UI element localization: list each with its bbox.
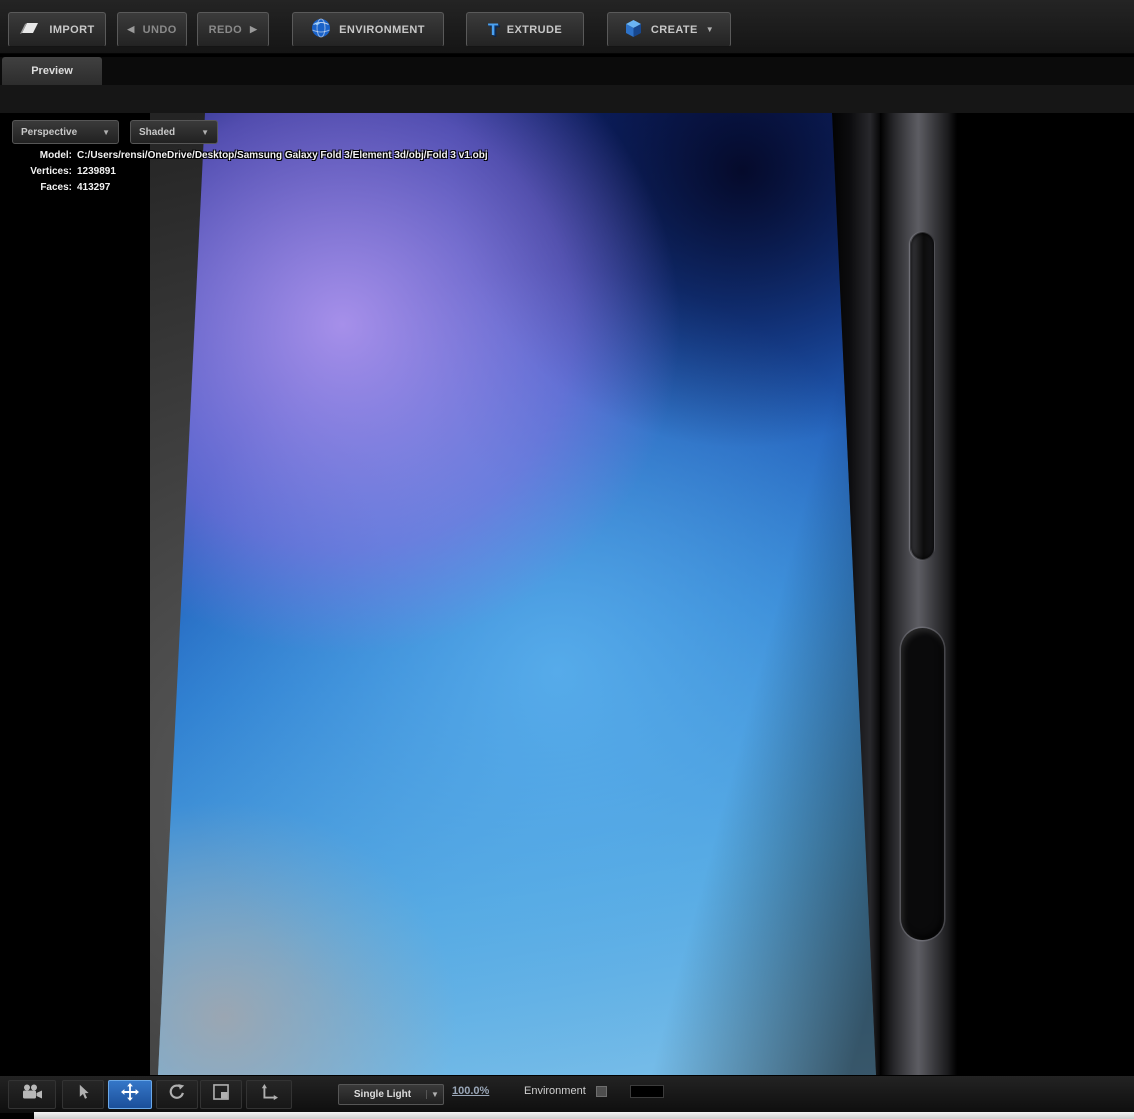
import-button[interactable]: IMPORT bbox=[8, 12, 106, 47]
faces-value: 413297 bbox=[77, 182, 488, 193]
redo-label: REDO bbox=[209, 24, 242, 36]
phone-screen-render bbox=[150, 113, 890, 1075]
create-button[interactable]: CREATE ▼ bbox=[607, 12, 731, 47]
axis-icon bbox=[261, 1084, 278, 1106]
extrude-button[interactable]: T EXTRUDE bbox=[466, 12, 584, 47]
environment-checkbox[interactable] bbox=[596, 1086, 607, 1097]
undo-label: UNDO bbox=[143, 24, 177, 36]
globe-icon bbox=[311, 18, 331, 41]
axis-tool-button[interactable] bbox=[246, 1080, 292, 1109]
power-button-render bbox=[901, 628, 944, 940]
environment-button-label: ENVIRONMENT bbox=[339, 24, 425, 36]
create-label: CREATE bbox=[651, 24, 698, 36]
pointer-icon bbox=[75, 1084, 91, 1105]
vertices-value: 1239891 bbox=[77, 166, 488, 177]
phone-side-frame-render bbox=[880, 113, 957, 1075]
chevron-down-icon: ▼ bbox=[102, 128, 110, 137]
shading-dropdown-label: Shaded bbox=[139, 127, 175, 138]
zoom-level-link[interactable]: 100.0% bbox=[452, 1085, 489, 1097]
shading-dropdown[interactable]: Shaded ▼ bbox=[130, 120, 218, 144]
vertices-label: Vertices: bbox=[14, 166, 72, 177]
tab-preview[interactable]: Preview bbox=[2, 57, 102, 85]
chevron-down-icon: ▼ bbox=[201, 128, 209, 137]
create-caret-icon: ▼ bbox=[706, 25, 714, 34]
extrude-icon: T bbox=[488, 21, 499, 38]
panel-spacer bbox=[0, 85, 1134, 114]
faces-label: Faces: bbox=[14, 182, 72, 193]
model-path-label: Model: bbox=[14, 150, 72, 161]
model-path-value: C:/Users/rensi/OneDrive/Desktop/Samsung … bbox=[77, 150, 488, 161]
scale-tool-button[interactable] bbox=[200, 1080, 242, 1109]
viewport: Perspective ▼ Shaded ▼ Model: C:/Users/r… bbox=[0, 113, 1134, 1075]
light-mode-label: Single Light bbox=[339, 1089, 426, 1100]
volume-button-render bbox=[910, 232, 935, 560]
horizontal-scrollbar[interactable] bbox=[34, 1112, 1134, 1119]
environment-toggle-label: Environment bbox=[524, 1085, 586, 1097]
import-icon bbox=[19, 19, 41, 40]
environment-button[interactable]: ENVIRONMENT bbox=[292, 12, 444, 47]
move-icon bbox=[121, 1083, 139, 1106]
top-toolbar: IMPORT ◀ UNDO REDO ▶ ENVIRONMENT bbox=[0, 0, 1134, 54]
camera-tool-button[interactable] bbox=[8, 1080, 56, 1109]
extrude-label: EXTRUDE bbox=[507, 24, 562, 36]
move-tool-button[interactable] bbox=[108, 1080, 152, 1109]
scene-canvas[interactable] bbox=[150, 113, 957, 1075]
perspective-dropdown[interactable]: Perspective ▼ bbox=[12, 120, 119, 144]
tab-bar: Preview bbox=[0, 57, 1134, 85]
import-label: IMPORT bbox=[49, 24, 94, 36]
perspective-dropdown-label: Perspective bbox=[21, 127, 77, 138]
select-tool-button[interactable] bbox=[62, 1080, 104, 1109]
undo-button[interactable]: ◀ UNDO bbox=[117, 12, 187, 47]
undo-arrow-icon: ◀ bbox=[127, 24, 134, 35]
scale-icon bbox=[213, 1084, 229, 1105]
rotate-icon bbox=[168, 1083, 186, 1106]
light-mode-dropdown[interactable]: Single Light ▼ bbox=[338, 1084, 444, 1105]
cube-icon bbox=[624, 19, 643, 41]
redo-button[interactable]: REDO ▶ bbox=[197, 12, 269, 47]
model-info: Model: C:/Users/rensi/OneDrive/Desktop/S… bbox=[14, 150, 488, 193]
rotate-tool-button[interactable] bbox=[156, 1080, 198, 1109]
chevron-down-icon: ▼ bbox=[426, 1090, 443, 1099]
background-color-swatch[interactable] bbox=[630, 1085, 664, 1098]
app-window: IMPORT ◀ UNDO REDO ▶ ENVIRONMENT bbox=[0, 0, 1134, 1119]
redo-arrow-icon: ▶ bbox=[250, 24, 257, 35]
tab-preview-label: Preview bbox=[31, 65, 73, 77]
camera-icon bbox=[21, 1084, 43, 1105]
